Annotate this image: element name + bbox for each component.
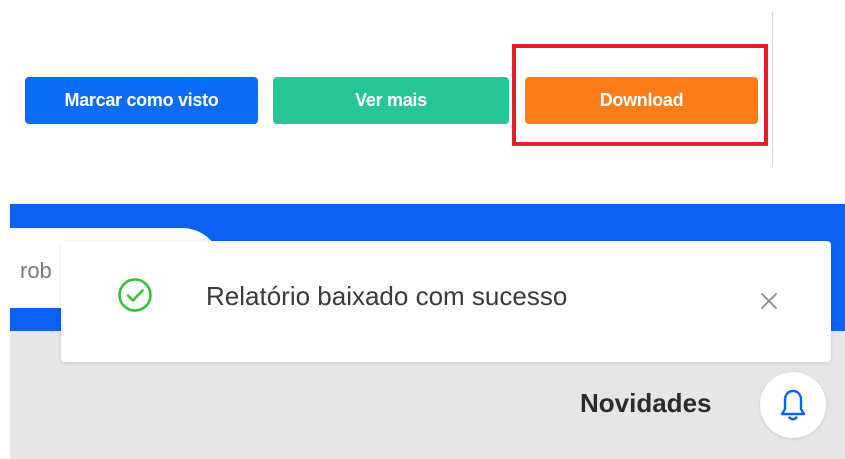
action-buttons-panel: Marcar como visto Ver mais Download (0, 0, 845, 175)
check-circle-icon (118, 278, 152, 312)
download-button-highlight (512, 44, 768, 146)
search-input-text: rob (20, 258, 52, 283)
divider (772, 12, 773, 166)
close-icon[interactable] (757, 289, 781, 313)
mark-as-seen-button[interactable]: Marcar como visto (25, 77, 258, 124)
see-more-button[interactable]: Ver mais (273, 77, 509, 124)
bell-icon (780, 389, 806, 421)
news-label[interactable]: Novidades (580, 388, 712, 419)
success-toast: Relatório baixado com sucesso (61, 241, 831, 362)
toast-message: Relatório baixado com sucesso (206, 281, 568, 311)
notifications-button[interactable] (760, 372, 826, 438)
